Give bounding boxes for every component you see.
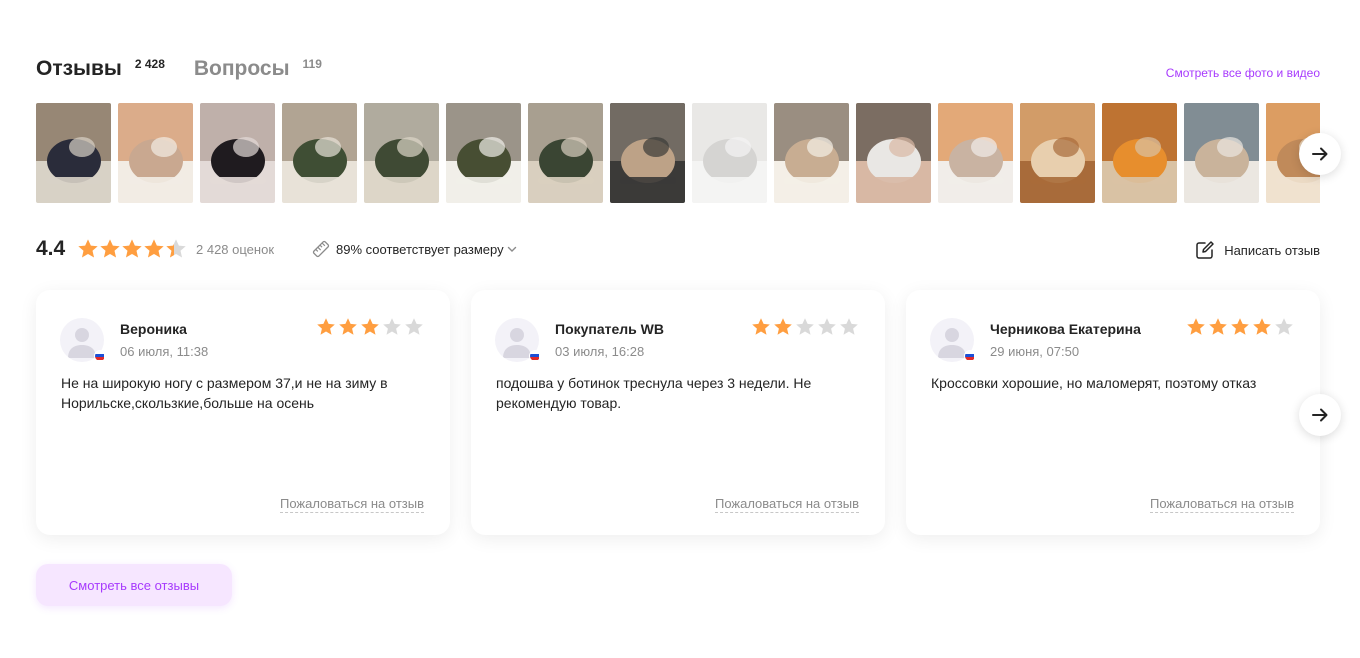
review-photo-thumbnail[interactable]: [1102, 103, 1177, 203]
average-rating-stars: [77, 238, 187, 260]
photos-next-button[interactable]: [1299, 133, 1341, 175]
star-icon: [1231, 318, 1249, 335]
edit-icon: [1196, 241, 1214, 259]
arrow-right-icon: [1312, 408, 1328, 422]
star-icon: [1275, 318, 1293, 335]
review-text: Кроссовки хорошие, но маломерят, поэтому…: [931, 375, 1257, 391]
tab-reviews-count: 2 428: [134, 57, 165, 71]
star-icon: [405, 318, 423, 335]
star-icon: [1253, 318, 1271, 335]
photo-image: [938, 103, 1013, 203]
review-photo-thumbnail[interactable]: [692, 103, 767, 203]
star-icon: [78, 239, 98, 258]
star-icon: [166, 239, 186, 258]
chevron-down-icon: [507, 246, 516, 252]
review-photo-thumbnail[interactable]: [938, 103, 1013, 203]
star-icon: [317, 318, 335, 335]
size-fit-label: 89% соответствует размеру: [336, 241, 504, 257]
review-card: Вероника 06 июля, 11:38 Не на широкую но…: [36, 290, 450, 535]
review-photo-strip: [36, 103, 1320, 203]
photo-image: [528, 103, 603, 203]
photo-image: [364, 103, 439, 203]
size-fit-dropdown[interactable]: 89% соответствует размеру: [312, 240, 518, 258]
review-photo-thumbnail[interactable]: [36, 103, 111, 203]
review-photo-thumbnail[interactable]: [1020, 103, 1095, 203]
reviewer-name: Вероника: [120, 321, 187, 337]
review-text: Не на широкую ногу с размером 37,и не на…: [61, 375, 388, 411]
russia-flag-icon: [964, 350, 976, 362]
photo-image: [692, 103, 767, 203]
russia-flag-icon: [529, 350, 541, 362]
photo-image: [856, 103, 931, 203]
view-all-media-link[interactable]: Смотреть все фото и видео: [1166, 66, 1320, 80]
report-review-link[interactable]: Пожаловаться на отзыв: [279, 496, 424, 513]
write-review-button[interactable]: Написать отзыв: [1194, 239, 1320, 261]
review-stars: [314, 317, 424, 337]
star-icon: [774, 318, 792, 335]
photo-image: [610, 103, 685, 203]
review-photo-thumbnail[interactable]: [446, 103, 521, 203]
star-icon: [1209, 318, 1227, 335]
star-icon: [339, 318, 357, 335]
review-photo-thumbnail[interactable]: [364, 103, 439, 203]
review-stars: [1184, 317, 1294, 337]
review-photo-thumbnail[interactable]: [1184, 103, 1259, 203]
star-icon: [752, 318, 770, 335]
photo-image: [1102, 103, 1177, 203]
photo-image: [1020, 103, 1095, 203]
reviewer-name: Покупатель WB: [555, 321, 665, 337]
star-icon: [100, 239, 120, 258]
reviews-tabs: Отзывы 2 428 Вопросы 119: [36, 56, 322, 86]
photo-image: [774, 103, 849, 203]
photo-image: [200, 103, 275, 203]
review-card: Черникова Екатерина 29 июня, 07:50 Кросс…: [906, 290, 1320, 535]
rating-summary: 4.4 2 428 оценок 89% соответствует разме…: [36, 234, 1320, 266]
review-card: Покупатель WB 03 июля, 16:28 подошва у б…: [471, 290, 885, 535]
tab-reviews-label: Отзывы: [36, 57, 122, 80]
photo-image: [118, 103, 193, 203]
russia-flag-icon: [94, 350, 106, 362]
review-photo-thumbnail[interactable]: [118, 103, 193, 203]
star-icon: [122, 239, 142, 258]
star-icon: [840, 318, 858, 335]
arrow-right-icon: [1312, 147, 1328, 161]
view-all-reviews-button[interactable]: Смотреть все отзывы: [36, 564, 232, 606]
review-photo-thumbnail[interactable]: [774, 103, 849, 203]
photo-image: [1184, 103, 1259, 203]
review-stars: [749, 317, 859, 337]
review-photo-thumbnail[interactable]: [282, 103, 357, 203]
write-review-label: Написать отзыв: [1224, 242, 1320, 258]
average-rating: 4.4: [36, 237, 66, 260]
star-icon: [361, 318, 379, 335]
star-icon: [796, 318, 814, 335]
reviews-next-button[interactable]: [1299, 394, 1341, 436]
tab-reviews[interactable]: Отзывы 2 428: [36, 56, 165, 82]
tab-questions[interactable]: Вопросы 119: [194, 56, 322, 82]
review-photo-thumbnail[interactable]: [610, 103, 685, 203]
review-photo-thumbnail[interactable]: [856, 103, 931, 203]
review-text: подошва у ботинок треснула через 3 недел…: [496, 375, 812, 411]
star-icon: [144, 239, 164, 258]
star-icon: [1187, 318, 1205, 335]
ratings-count: 2 428 оценок: [196, 242, 274, 257]
reviewer-name: Черникова Екатерина: [990, 321, 1141, 337]
review-photo-thumbnail[interactable]: [200, 103, 275, 203]
star-icon: [383, 318, 401, 335]
review-date: 03 июля, 16:28: [555, 344, 645, 359]
photo-image: [36, 103, 111, 203]
review-date: 29 июня, 07:50: [990, 344, 1080, 359]
tab-questions-label: Вопросы: [193, 57, 290, 80]
report-review-link[interactable]: Пожаловаться на отзыв: [714, 496, 859, 513]
review-photo-thumbnail[interactable]: [528, 103, 603, 203]
report-review-link[interactable]: Пожаловаться на отзыв: [1149, 496, 1294, 513]
star-icon: [818, 318, 836, 335]
reviews-carousel: Вероника 06 июля, 11:38 Не на широкую но…: [36, 290, 1320, 535]
tab-questions-count: 119: [302, 57, 322, 71]
photo-image: [446, 103, 521, 203]
ruler-icon: [312, 240, 330, 258]
photo-image: [282, 103, 357, 203]
review-date: 06 июля, 11:38: [120, 344, 209, 359]
